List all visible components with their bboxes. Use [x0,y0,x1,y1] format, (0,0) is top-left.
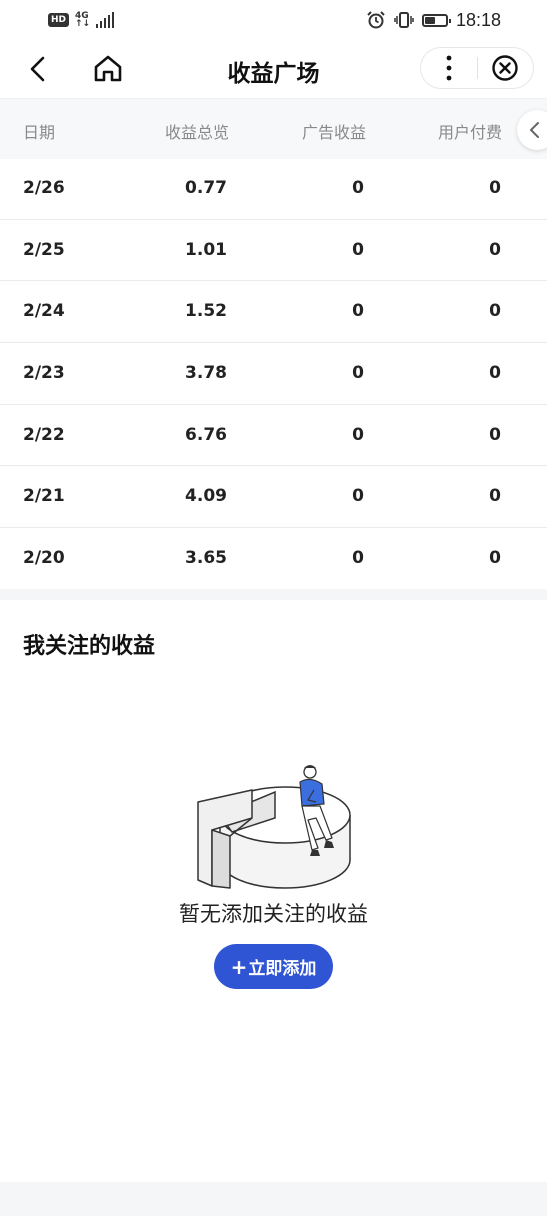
cell-user-payment: 0 [489,424,501,445]
add-follow-button[interactable]: + 立即添加 [214,944,333,989]
status-right: 18:18 [366,10,501,31]
table-row[interactable]: 2/21 4.09 0 0 [0,466,547,529]
table-row[interactable]: 2/23 3.78 0 0 [0,343,547,405]
signal-icon [96,12,115,28]
battery-fill [424,16,435,24]
add-button-label: 立即添加 [248,959,317,979]
clock-time: 18:18 [455,9,501,30]
section-title: 我关注的收益 [23,634,156,659]
cell-ad-revenue: 0 [352,486,364,507]
cell-total: 1.01 [185,239,227,260]
cell-total: 3.78 [185,363,227,384]
cell-ad-revenue: 0 [352,301,364,322]
network-arrows: ↑↓ [75,19,91,29]
bottom-area [0,1182,547,1216]
cell-user-payment: 0 [489,301,501,322]
cell-user-payment: 0 [489,178,501,198]
cell-date: 2/22 [23,424,65,445]
cell-ad-revenue: 0 [352,363,364,384]
cell-ad-revenue: 0 [352,424,364,445]
table-row[interactable]: 2/24 1.52 0 0 [0,281,547,344]
cell-date: 2/26 [23,178,65,198]
table-header: 日期 收益总览 广告收益 用户付费 [0,98,547,159]
plus-icon: + [230,954,248,979]
column-header-date: 日期 [23,123,56,142]
cell-date: 2/25 [23,239,65,260]
alarm-icon [367,11,385,29]
column-header-total: 收益总览 [165,123,230,142]
table-row[interactable]: 2/22 6.76 0 0 [0,405,547,467]
table-row[interactable]: 2/25 1.01 0 0 [0,220,547,282]
cell-user-payment: 0 [489,239,501,260]
cell-user-payment: 0 [489,363,501,384]
chevron-left-icon [530,122,539,138]
vibrate-icon [394,12,414,28]
table-row[interactable]: 2/26 0.77 0 0 [0,158,547,220]
cell-date: 2/21 [23,486,65,507]
more-vertical-icon [446,55,452,81]
cell-total: 6.76 [185,424,227,445]
mini-program-capsule [420,47,534,89]
cell-total: 1.52 [185,301,227,322]
close-circle-icon [492,55,519,81]
column-header-ad-revenue: 广告收益 [302,123,367,142]
cell-total: 0.77 [185,178,227,198]
cell-total: 4.09 [185,486,227,507]
empty-state-illustration [197,765,351,889]
close-button[interactable] [478,48,533,88]
battery-icon [421,13,451,27]
table-row[interactable]: 2/20 3.65 0 0 [0,528,547,590]
earnings-table: 2/26 0.77 0 0 2/25 1.01 0 0 2/24 1.52 0 … [0,158,547,590]
cell-total: 3.65 [185,548,227,569]
empty-state-text: 暂无添加关注的收益 [179,902,368,926]
cell-user-payment: 0 [489,486,501,507]
section-divider [0,589,547,600]
cell-date: 2/24 [23,301,65,322]
column-header-user-payment: 用户付费 [438,123,503,142]
cell-date: 2/23 [23,363,65,384]
cell-ad-revenue: 0 [352,548,364,569]
status-bar: HD 4G ↑↓ 18:18 [0,0,547,40]
hd-badge: HD [48,13,70,27]
status-left: HD 4G ↑↓ [48,12,115,29]
navigation-bar: 收益广场 [0,40,547,97]
cell-user-payment: 0 [489,548,501,569]
more-button[interactable] [421,48,477,88]
cell-date: 2/20 [23,548,65,569]
network-indicator: 4G ↑↓ [75,12,91,29]
cell-ad-revenue: 0 [352,178,364,198]
cell-ad-revenue: 0 [352,239,364,260]
